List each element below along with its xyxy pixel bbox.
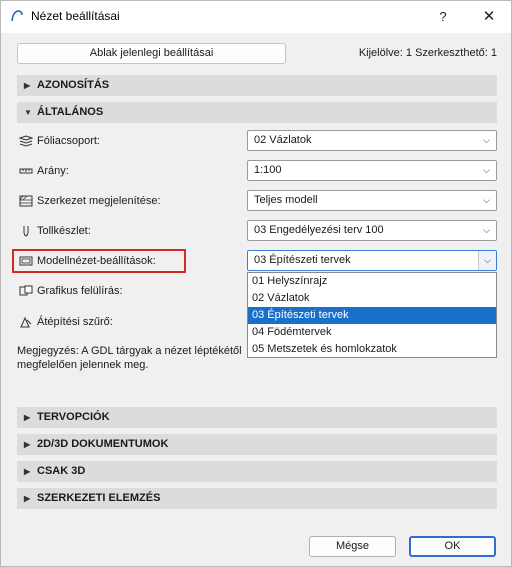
scale-select[interactable]: 1:100 ⌵ bbox=[247, 160, 497, 181]
chevron-down-icon: ⌵ bbox=[483, 135, 490, 145]
chevron-right-icon: ▶ bbox=[24, 81, 31, 90]
renovation-filter-icon bbox=[20, 316, 32, 328]
section-label: 2D/3D DOKUMENTUMOK bbox=[37, 438, 169, 450]
select-value: Teljes modell bbox=[254, 194, 318, 206]
close-button[interactable]: ✕ bbox=[477, 5, 501, 29]
ruler-icon bbox=[19, 168, 33, 174]
app-icon bbox=[11, 10, 23, 22]
pen-set-select[interactable]: 03 Engedélyezési terv 100 ⌵ bbox=[247, 220, 497, 241]
dropdown-option-selected[interactable]: 03 Építészeti tervek bbox=[248, 307, 496, 324]
section-label: TERVOPCIÓK bbox=[37, 411, 110, 423]
cancel-button[interactable]: Mégse bbox=[309, 536, 396, 557]
dialog-window: Nézet beállításai ? ✕ Ablak jelenlegi be… bbox=[0, 0, 512, 567]
structure-icon bbox=[19, 195, 33, 207]
chevron-right-icon: ▶ bbox=[24, 413, 31, 422]
chevron-right-icon: ▶ bbox=[24, 440, 31, 449]
help-button[interactable]: ? bbox=[431, 5, 455, 29]
chevron-down-icon: ⌵ bbox=[483, 225, 490, 235]
section-tervopciok[interactable]: ▶ TERVOPCIÓK bbox=[17, 407, 497, 428]
dropdown-option[interactable]: 01 Helyszínrajz bbox=[248, 273, 496, 290]
layer-combination-select[interactable]: 02 Vázlatok ⌵ bbox=[247, 130, 497, 151]
select-value: 03 Építészeti tervek bbox=[254, 254, 351, 266]
section-dokumentumok[interactable]: ▶ 2D/3D DOKUMENTUMOK bbox=[17, 434, 497, 455]
note-text: Megjegyzés: A GDL tárgyak a nézet lépték… bbox=[17, 345, 242, 371]
section-label: ÁLTALÁNOS bbox=[37, 106, 104, 118]
section-azonositas[interactable]: ▶ AZONOSÍTÁS bbox=[17, 75, 497, 96]
chevron-right-icon: ▶ bbox=[24, 467, 31, 476]
dropdown-option[interactable]: 02 Vázlatok bbox=[248, 290, 496, 307]
chevron-right-icon: ▶ bbox=[24, 494, 31, 503]
override-icon bbox=[19, 285, 33, 296]
section-csak3d[interactable]: ▶ CSAK 3D bbox=[17, 461, 497, 482]
chevron-down-icon: ⌵ bbox=[483, 195, 490, 205]
select-value: 02 Vázlatok bbox=[254, 134, 312, 146]
section-szerkezeti[interactable]: ▶ SZERKEZETI ELEMZÉS bbox=[17, 488, 497, 509]
dropdown-option[interactable]: 04 Födémtervek bbox=[248, 324, 496, 341]
section-label: AZONOSÍTÁS bbox=[37, 79, 110, 91]
window-title: Nézet beállításai bbox=[31, 9, 120, 23]
dropdown-option[interactable]: 05 Metszetek és homlokzatok bbox=[248, 341, 496, 358]
section-altalanos[interactable]: ▼ ÁLTALÁNOS bbox=[17, 102, 497, 123]
layers-icon bbox=[19, 135, 33, 147]
select-value: 1:100 bbox=[254, 164, 282, 176]
ok-button[interactable]: OK bbox=[409, 536, 496, 557]
structure-display-select[interactable]: Teljes modell ⌵ bbox=[247, 190, 497, 211]
model-view-dropdown-list: 01 Helyszínrajz 02 Vázlatok 03 Építészet… bbox=[247, 272, 497, 358]
title-bar: Nézet beállításai ? ✕ bbox=[1, 1, 511, 33]
selection-info: Kijelölve: 1 Szerkeszthető: 1 bbox=[358, 47, 497, 59]
section-label: CSAK 3D bbox=[37, 465, 86, 477]
current-window-settings-button[interactable]: Ablak jelenlegi beállításai bbox=[17, 43, 286, 64]
select-value: 03 Engedélyezési terv 100 bbox=[254, 224, 384, 236]
section-label: SZERKEZETI ELEMZÉS bbox=[37, 492, 161, 504]
model-view-options-select[interactable]: 03 Építészeti tervek ⌵ bbox=[247, 250, 497, 271]
chevron-down-icon: ▼ bbox=[24, 108, 32, 117]
model-view-icon bbox=[19, 256, 33, 266]
pen-icon bbox=[23, 226, 29, 237]
chevron-down-icon: ⌵ bbox=[478, 251, 496, 270]
chevron-down-icon: ⌵ bbox=[483, 165, 490, 175]
